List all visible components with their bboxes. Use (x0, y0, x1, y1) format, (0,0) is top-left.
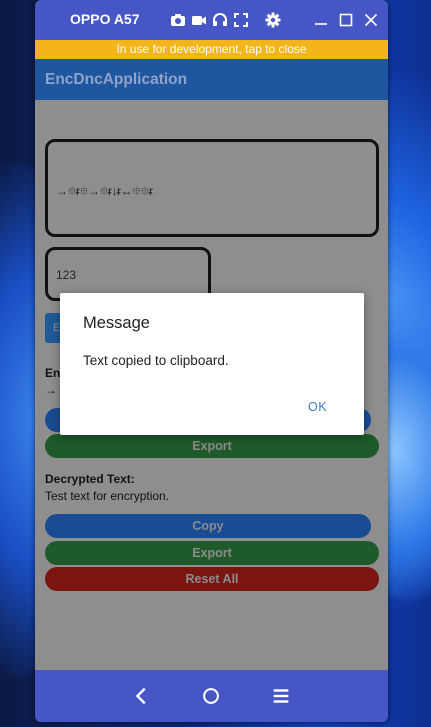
plain-text-input[interactable]: →⯐ᵲ⯐→⯐ᵲ↓ᵲ↔⯐⯐ᵲ (45, 139, 379, 237)
copy-decrypted-button[interactable]: Copy (45, 514, 371, 538)
video-icon[interactable] (191, 12, 207, 28)
plain-text-value: →⯐ᵲ⯐→⯐ᵲ↓ᵲ↔⯐⯐ᵲ (56, 184, 153, 198)
back-icon[interactable] (130, 684, 154, 708)
encrypted-text-label: En (45, 366, 61, 380)
window-title-bar: OPPO A57 (35, 0, 388, 40)
decrypted-text-label: Decrypted Text: (45, 472, 135, 486)
reset-all-button[interactable]: Reset All (45, 567, 379, 591)
message-dialog: Message Text copied to clipboard. OK (60, 293, 364, 435)
headphones-icon[interactable] (212, 12, 228, 28)
menu-icon[interactable] (269, 684, 293, 708)
encrypted-text-value: → (45, 383, 57, 397)
android-nav-bar (35, 670, 388, 722)
camera-icon[interactable] (170, 12, 186, 28)
dialog-title: Message (83, 314, 150, 332)
fullscreen-icon[interactable] (233, 12, 249, 28)
dialog-message: Text copied to clipboard. (83, 353, 229, 368)
minimize-icon[interactable] (313, 12, 329, 28)
decrypted-text-value: Test text for encryption. (45, 489, 170, 503)
close-icon[interactable] (363, 12, 379, 28)
dialog-ok-button[interactable]: OK (308, 400, 327, 414)
export-encrypted-button[interactable]: Export (45, 434, 379, 458)
dev-banner[interactable]: In use for development, tap to close (35, 40, 388, 59)
key-value: 123 (56, 268, 77, 282)
app-title: EncDncApplication (45, 71, 188, 88)
app-bar: EncDncApplication (35, 59, 388, 100)
gear-icon[interactable] (265, 12, 281, 28)
export-decrypted-button[interactable]: Export (45, 541, 379, 565)
maximize-icon[interactable] (338, 12, 354, 28)
home-icon[interactable] (199, 684, 223, 708)
window-title: OPPO A57 (70, 11, 140, 27)
